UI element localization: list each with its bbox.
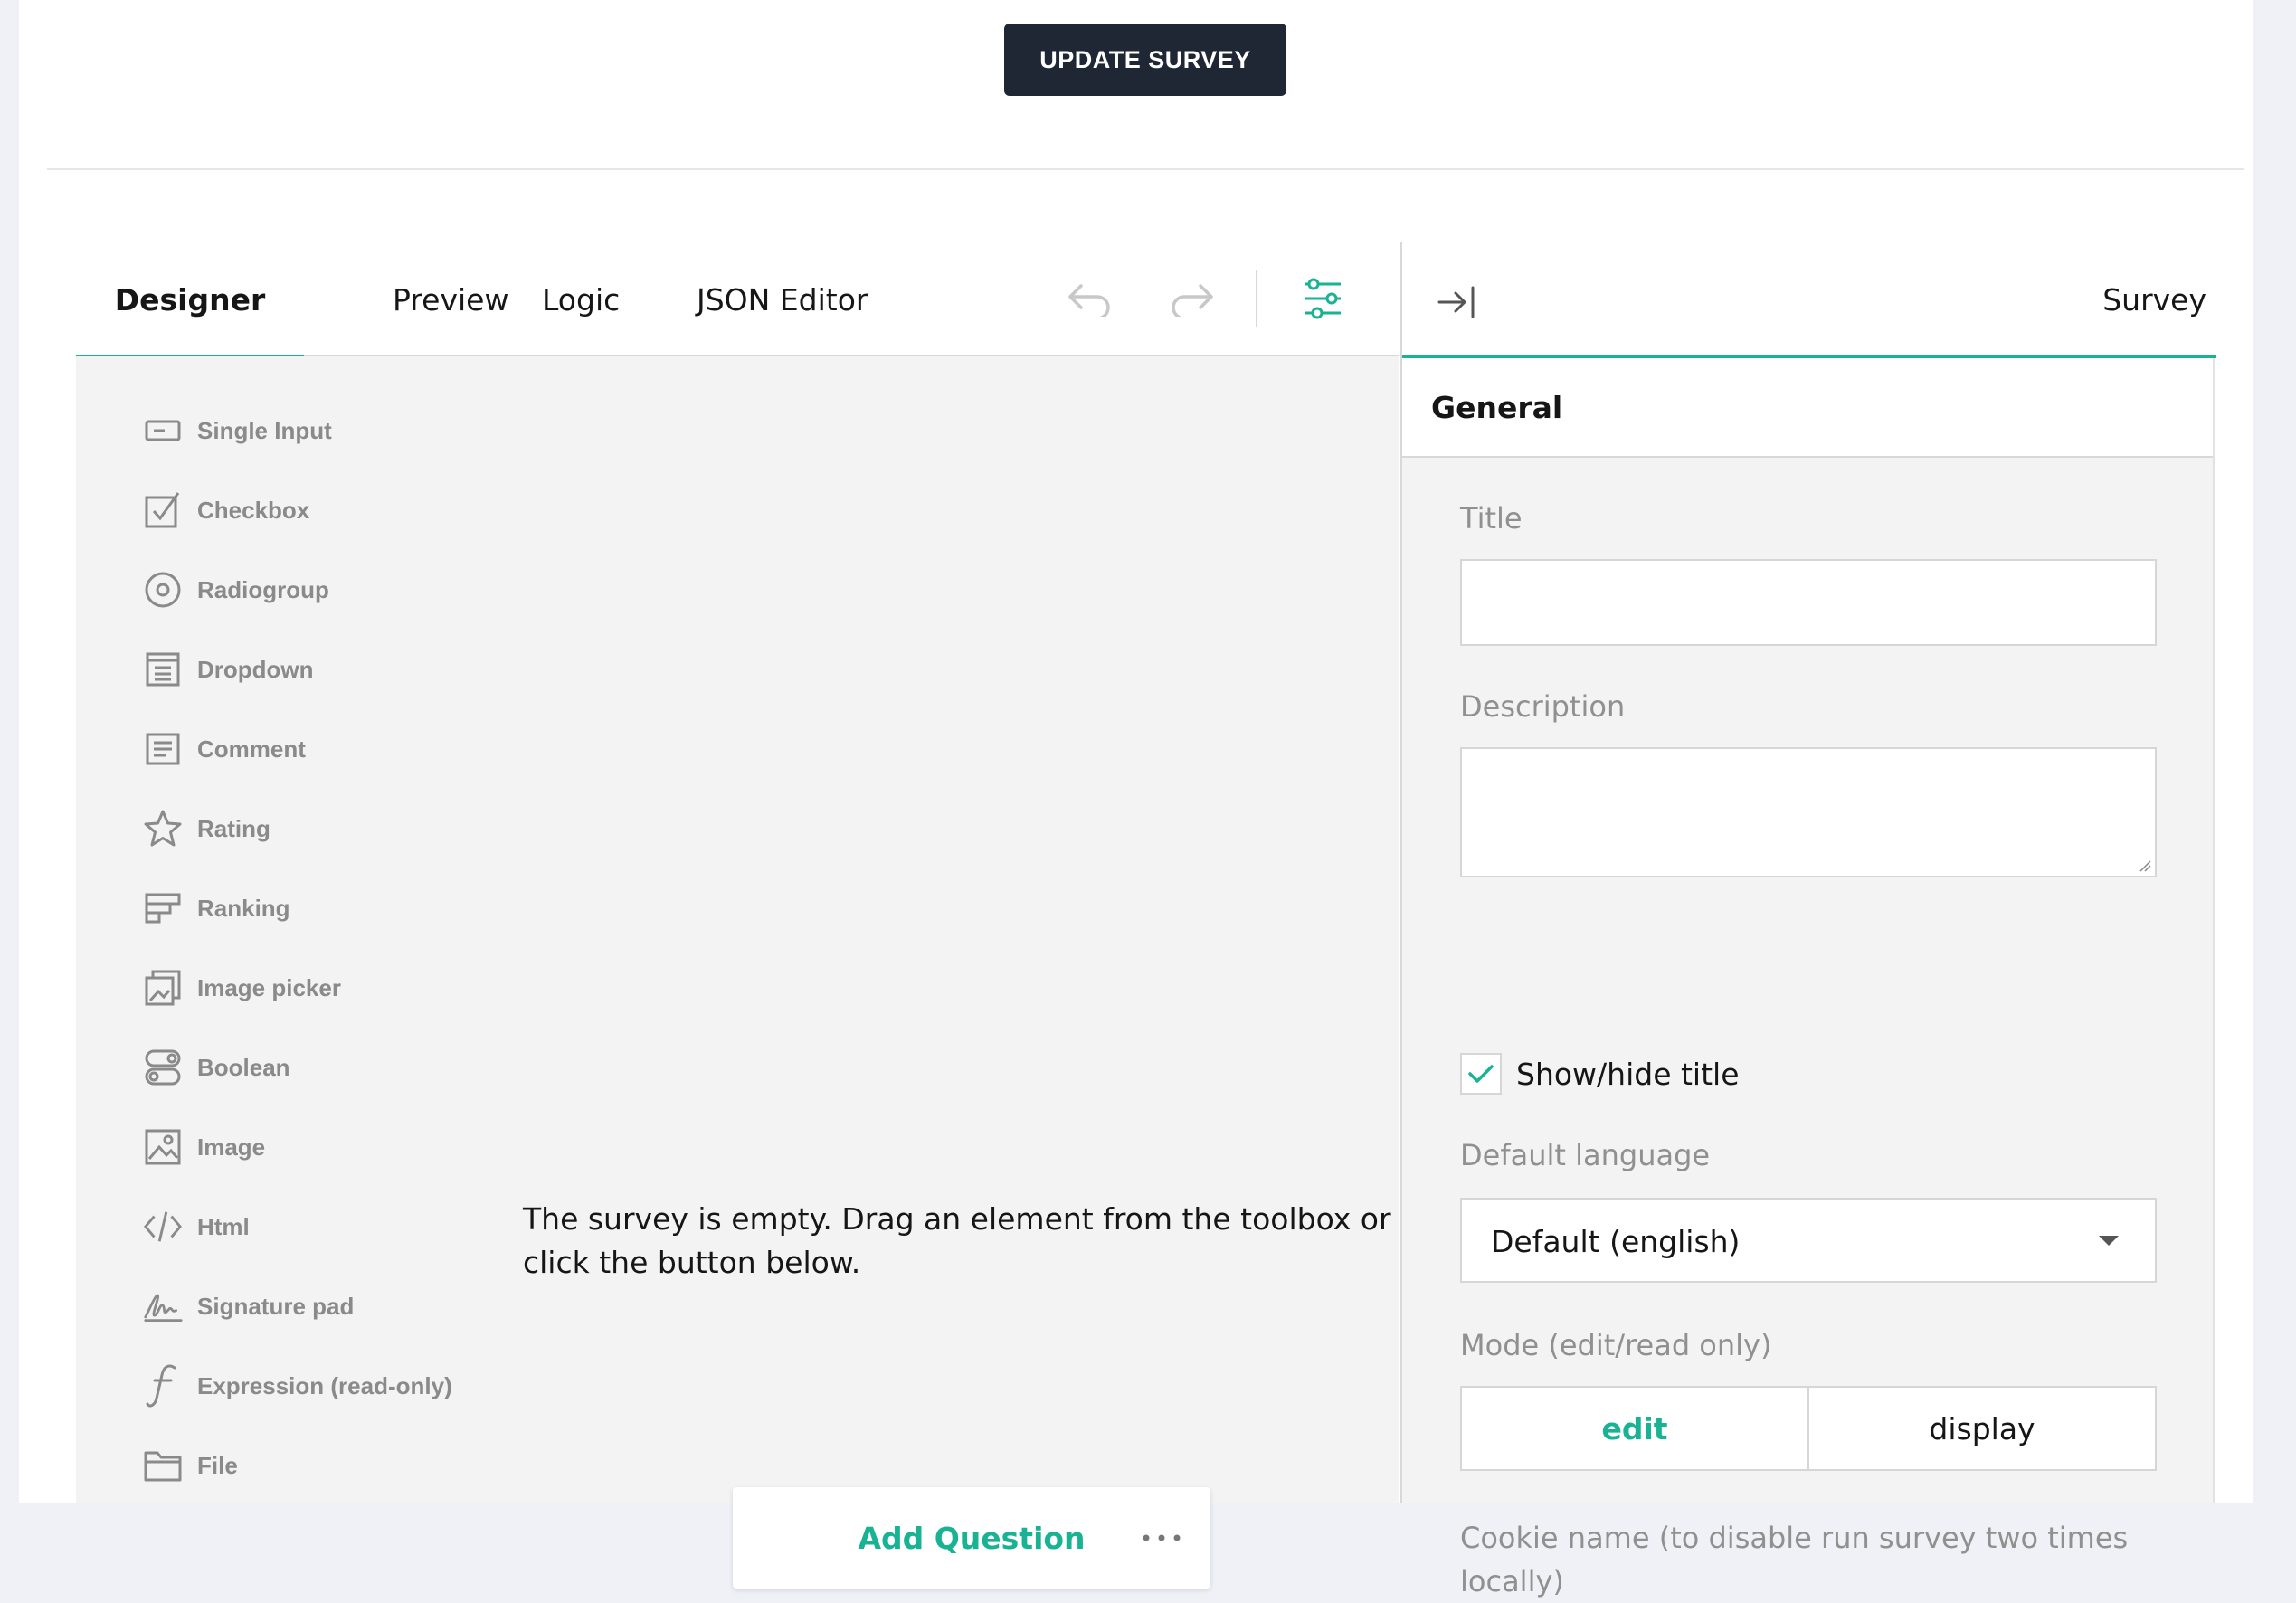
property-grid: Survey General Title Description Show/hi…	[1400, 242, 2235, 1598]
show-title-checkbox[interactable]	[1460, 1053, 1502, 1095]
category-general[interactable]: General	[1402, 358, 2213, 458]
radiogroup-icon	[143, 570, 183, 610]
cookie-name-label: Cookie name (to disable run survey two t…	[1460, 1521, 2129, 1598]
toolbox-label: File	[197, 1451, 238, 1479]
single-input-icon	[143, 411, 183, 451]
description-textarea[interactable]	[1460, 747, 2157, 877]
property-grid-body: General Title Description Show/hide titl…	[1402, 358, 2215, 1598]
settings-sliders-icon[interactable]	[1294, 270, 1352, 327]
checkmark-icon	[1468, 1065, 1494, 1083]
toolbox-label: Rating	[197, 814, 270, 842]
toolbox-label: Ranking	[197, 894, 290, 922]
collapse-panel-icon[interactable]	[1429, 275, 1484, 329]
checkbox-icon	[143, 490, 183, 530]
mode-button-group: edit display	[1460, 1386, 2157, 1471]
toolbox-label: Single Input	[197, 416, 332, 444]
signature-icon	[143, 1286, 183, 1326]
tab-designer[interactable]: Designer	[76, 242, 304, 358]
toolbox-label: Dropdown	[197, 655, 314, 683]
chevron-down-icon	[2099, 1236, 2119, 1246]
dropdown-icon	[143, 650, 183, 689]
toolbox-label: Signature pad	[197, 1292, 355, 1320]
mode-display-button[interactable]: display	[1807, 1388, 2155, 1469]
toolbox-item-dropdown[interactable]: Dropdown	[143, 642, 314, 697]
designer-panel: Designer Preview Logic JSON Editor Singl…	[76, 242, 1399, 1589]
title-label: Title	[1460, 501, 1523, 536]
default-language-select[interactable]: Default (english)	[1460, 1198, 2157, 1283]
add-question-panel: Add Question	[733, 1487, 1210, 1589]
mode-edit-button[interactable]: edit	[1462, 1388, 1807, 1469]
divider	[47, 168, 2244, 170]
toolbar-divider	[1256, 270, 1257, 327]
image-icon	[143, 1127, 183, 1167]
redo-icon[interactable]	[1162, 270, 1220, 327]
toolbox-item-image-picker[interactable]: Image picker	[143, 961, 341, 1015]
property-grid-header: Survey	[1402, 242, 2235, 358]
more-dots-icon[interactable]	[1140, 1523, 1183, 1552]
toolbox-item-boolean[interactable]: Boolean	[143, 1040, 290, 1095]
add-question-button[interactable]: Add Question	[733, 1487, 1210, 1589]
toolbox-item-signature-pad[interactable]: Signature pad	[143, 1279, 354, 1333]
toolbox-item-checkbox[interactable]: Checkbox	[143, 483, 309, 537]
undo-icon[interactable]	[1061, 270, 1119, 327]
show-title-label: Show/hide title	[1516, 1056, 1740, 1092]
toolbox-item-comment[interactable]: Comment	[143, 722, 306, 776]
comment-icon	[143, 729, 183, 769]
tab-preview[interactable]: Preview	[393, 242, 508, 356]
toolbox-item-expression[interactable]: Expression (read-only)	[143, 1359, 452, 1413]
folder-icon	[143, 1446, 183, 1485]
toolbox-label: Comment	[197, 735, 306, 763]
toolbox-item-image[interactable]: Image	[143, 1120, 265, 1174]
mode-label: Mode (edit/read only)	[1460, 1328, 1772, 1362]
title-input[interactable]	[1460, 559, 2157, 646]
update-survey-button[interactable]: UPDATE SURVEY	[1004, 24, 1286, 96]
toolbox-item-html[interactable]: Html	[143, 1200, 250, 1254]
default-language-value: Default (english)	[1491, 1223, 1741, 1259]
default-language-label: Default language	[1460, 1138, 1711, 1172]
description-label: Description	[1460, 689, 1626, 724]
toolbox-item-ranking[interactable]: Ranking	[143, 881, 290, 935]
toolbox-item-rating[interactable]: Rating	[143, 802, 270, 856]
toolbox-label: Boolean	[197, 1053, 290, 1081]
page: UPDATE SURVEY Designer Preview Logic JSO…	[19, 0, 2253, 1598]
toolbox-label: Radiogroup	[197, 575, 329, 603]
toolbox-label: Expression (read-only)	[197, 1371, 452, 1399]
toolbox-item-single-input[interactable]: Single Input	[143, 403, 332, 458]
toolbox-label: Html	[197, 1212, 250, 1240]
ranking-icon	[143, 888, 183, 928]
tab-bar: Designer Preview Logic JSON Editor	[76, 242, 1399, 358]
expression-icon	[143, 1364, 183, 1408]
tab-logic[interactable]: Logic	[542, 242, 620, 356]
show-title-checkbox-row[interactable]: Show/hide title	[1460, 1051, 1740, 1096]
star-icon	[143, 809, 183, 849]
design-canvas[interactable]: Single Input Checkbox Radiogroup Dropdow…	[76, 356, 1399, 1589]
toolbox-item-radiogroup[interactable]: Radiogroup	[143, 563, 329, 617]
boolean-icon	[143, 1048, 183, 1087]
toolbox-label: Image	[197, 1133, 266, 1161]
resize-handle-icon[interactable]	[2139, 859, 2151, 872]
tab-json-editor[interactable]: JSON Editor	[697, 242, 868, 356]
toolbox-item-file[interactable]: File	[143, 1438, 238, 1493]
selected-object-name: Survey	[2102, 281, 2206, 318]
code-icon	[143, 1207, 183, 1247]
empty-survey-message: The survey is empty. Drag an element fro…	[523, 1201, 1391, 1280]
image-picker-icon	[143, 968, 183, 1008]
toolbox-label: Checkbox	[197, 496, 310, 524]
toolbox-label: Image picker	[197, 973, 341, 1001]
